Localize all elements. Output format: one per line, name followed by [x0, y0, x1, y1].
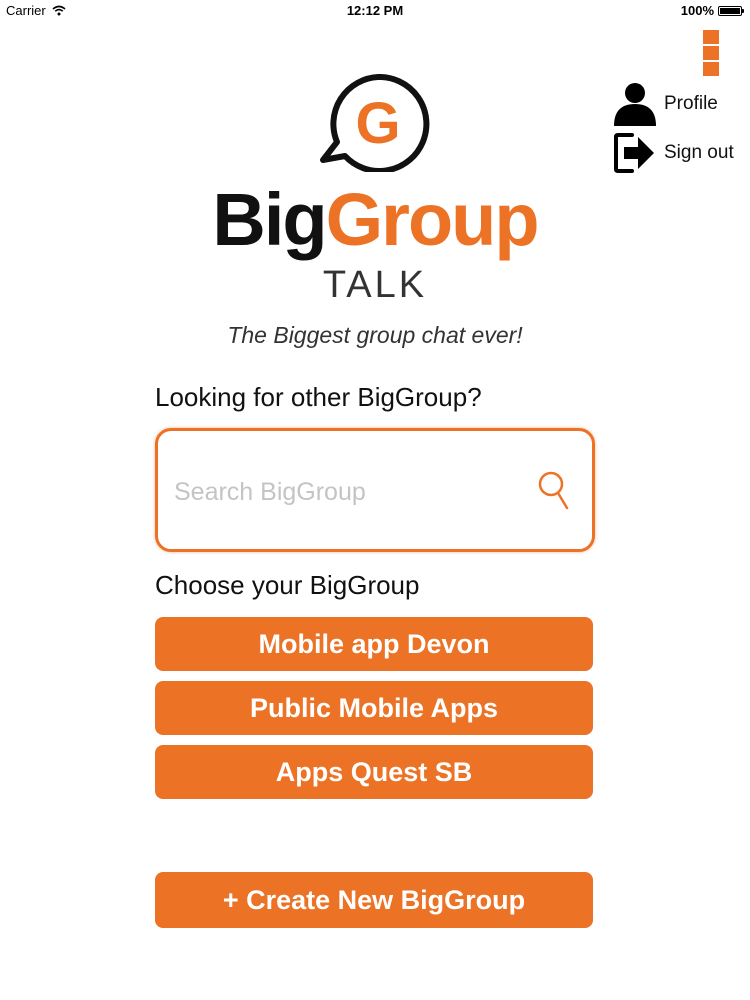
groups-section-label: Choose your BigGroup — [155, 570, 420, 600]
menu-toggle-button[interactable] — [703, 30, 719, 76]
search-box — [155, 428, 595, 552]
profile-label: Profile — [664, 93, 718, 114]
status-right: 100% — [680, 3, 744, 18]
search-section-label: Looking for other BigGroup? — [155, 382, 482, 412]
menu-bar-icon — [703, 62, 719, 76]
biggroup-logo-icon: G — [320, 73, 430, 172]
menu-bar-icon — [703, 46, 719, 60]
logo-wordmark: BigGroup — [0, 178, 750, 262]
signout-menu-item[interactable]: Sign out — [612, 131, 734, 175]
group-button-public-mobile-apps[interactable]: Public Mobile Apps — [155, 681, 593, 735]
tagline: The Biggest group chat ever! — [227, 322, 523, 348]
status-bar: Carrier 12:12 PM 100% — [0, 0, 750, 22]
signout-label: Sign out — [664, 142, 734, 163]
profile-menu-item[interactable]: Profile — [612, 82, 718, 126]
logo-letter: G — [355, 91, 400, 156]
logo-word-group: Group — [325, 178, 540, 261]
search-icon[interactable] — [536, 469, 572, 513]
group-button-apps-quest-sb[interactable]: Apps Quest SB — [155, 745, 593, 799]
battery-percent: 100% — [680, 3, 714, 18]
person-icon — [614, 83, 656, 126]
search-input[interactable] — [172, 469, 516, 515]
logo-word-big: Big — [212, 178, 327, 261]
battery-icon — [718, 5, 744, 16]
menu-bar-icon — [703, 30, 719, 44]
create-biggroup-button[interactable]: + Create New BigGroup — [155, 872, 593, 928]
group-button-mobile-app-devon[interactable]: Mobile app Devon — [155, 617, 593, 671]
logo-word-talk: TALK — [322, 264, 428, 306]
status-time: 12:12 PM — [346, 3, 404, 18]
sign-out-icon — [614, 133, 654, 173]
